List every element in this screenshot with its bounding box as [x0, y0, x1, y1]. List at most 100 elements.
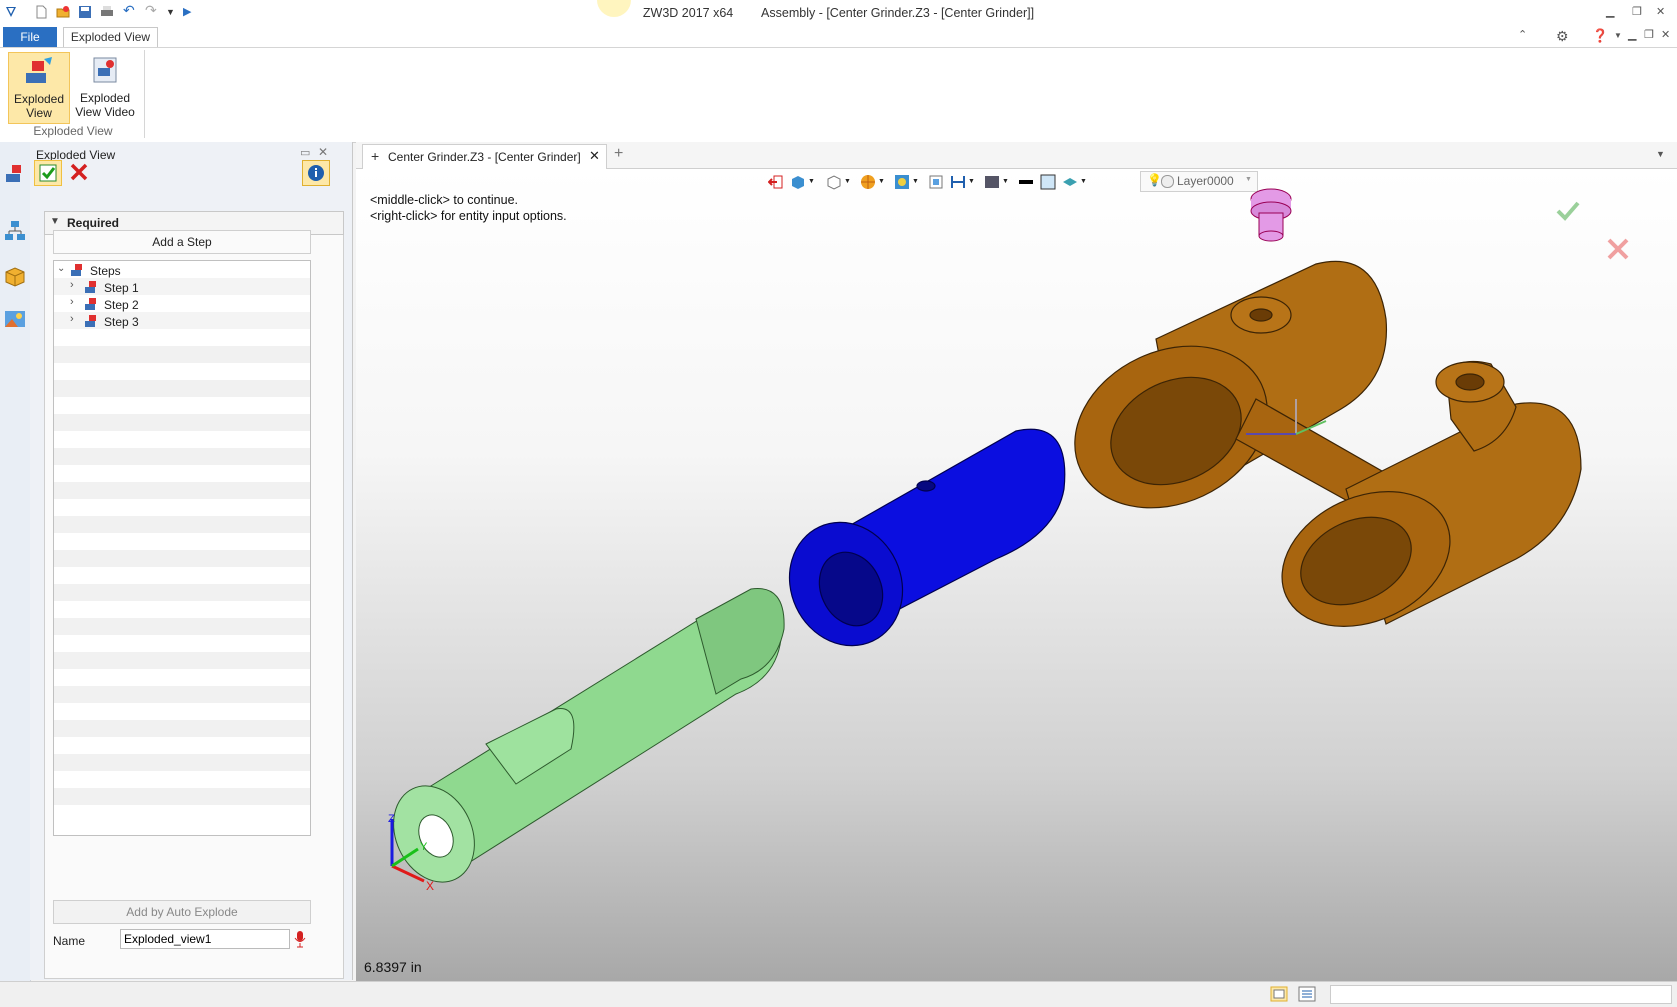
empty-tree-row	[54, 499, 310, 517]
exploded-view-button[interactable]: Exploded View	[8, 52, 70, 124]
exploded-view-video-label-1: Exploded	[79, 91, 131, 105]
info-icon	[308, 165, 324, 181]
panel-close-icon[interactable]: ✕	[318, 145, 328, 159]
empty-tree-row	[54, 397, 310, 415]
ribbon-group-label: Exploded View	[33, 124, 113, 138]
axis-z-label: Z	[388, 813, 395, 825]
empty-tree-row	[54, 533, 310, 551]
empty-tree-row	[54, 363, 310, 381]
status-bar	[0, 981, 1677, 1007]
chevron-right-icon[interactable]: ›	[70, 279, 74, 291]
empty-tree-row	[54, 652, 310, 670]
axis-y-label: Y	[420, 841, 428, 853]
name-field[interactable]	[120, 929, 290, 949]
restore-button[interactable]: ❐	[1632, 5, 1642, 18]
doc-tab-label: Center Grinder.Z3 - [Center Grinder]	[388, 150, 581, 164]
doc-minimize-button[interactable]: ▁	[1628, 28, 1636, 41]
auto-explode-button[interactable]: Add by Auto Explode	[53, 900, 311, 924]
gear-icon[interactable]: ⚙	[1556, 28, 1569, 45]
doc-restore-button[interactable]: ❐	[1644, 28, 1654, 41]
new-tab-icon[interactable]: +	[614, 145, 623, 163]
empty-tree-row	[54, 720, 310, 738]
empty-tree-row	[54, 805, 310, 823]
minimize-button[interactable]: ▁	[1606, 5, 1614, 18]
empty-tree-row	[54, 618, 310, 636]
empty-tree-row	[54, 601, 310, 619]
window-title: ZW3D 2017 x64 Assembly - [Center Grinder…	[642, 6, 1035, 20]
image-view-icon[interactable]	[4, 308, 26, 330]
empty-tree-row	[54, 686, 310, 704]
tree-row[interactable]: › Step 1	[54, 278, 310, 296]
empty-tree-row	[54, 669, 310, 687]
exploded-view-video-icon	[93, 57, 117, 83]
steps-tree: ⌄ Steps › Step 1 › Step 2 › Step 3	[53, 260, 311, 836]
ribbon-tabs: File Exploded View ⌃ ⚙ ❓ ▼ ▁ ❐ ✕	[0, 26, 1677, 47]
name-label: Name	[53, 934, 86, 948]
file-tab[interactable]: File	[3, 27, 57, 47]
tab-center-grinder[interactable]: + Center Grinder.Z3 - [Center Grinder] ✕	[362, 144, 607, 169]
left-icon-strip	[0, 142, 31, 986]
3d-viewport[interactable]: ▼ ▼ ▼ ▼ ▼ ▼ ▼ 💡 Layer0000 ▼ <middle-clic…	[356, 169, 1677, 981]
empty-tree-row	[54, 754, 310, 772]
assembly-tree-icon[interactable]	[4, 220, 26, 242]
empty-tree-row	[54, 465, 310, 483]
exploded-view-panel: Exploded View ▭ ✕ ▼ Required Add a Step …	[6, 142, 353, 980]
empty-tree-row	[54, 703, 310, 721]
steps-icon	[71, 264, 82, 276]
microphone-icon[interactable]	[292, 930, 308, 948]
empty-tree-row	[54, 584, 310, 602]
shaft-part[interactable]	[378, 588, 785, 896]
chevron-right-icon[interactable]: ›	[70, 296, 74, 308]
exploded-view-icon	[26, 57, 52, 83]
collapse-arrow-icon: ▼	[50, 216, 60, 227]
step-icon	[85, 298, 96, 310]
command-input[interactable]	[1330, 985, 1672, 1004]
exploded-view-label-2: View	[26, 106, 52, 120]
help-icon[interactable]: ❓	[1592, 28, 1608, 44]
doc-tab-close-icon[interactable]: ✕	[589, 148, 600, 164]
add-step-button[interactable]: Add a Step	[53, 230, 311, 254]
info-button[interactable]	[302, 160, 330, 186]
part-box-icon[interactable]	[4, 266, 26, 288]
tab-list-dropdown-icon[interactable]: ▼	[1656, 149, 1665, 159]
chevron-right-icon[interactable]: ›	[70, 313, 74, 325]
assembly-model[interactable]	[356, 169, 1677, 981]
ribbon-body: Exploded View Exploded View Video Explod…	[0, 47, 1677, 143]
close-button[interactable]: ✕	[1656, 5, 1665, 18]
chevron-down-icon[interactable]: ⌄	[57, 263, 65, 274]
empty-tree-row	[54, 414, 310, 432]
sleeve-part[interactable]	[770, 428, 1066, 664]
screw-part[interactable]	[1250, 188, 1292, 242]
empty-tree-row	[54, 448, 310, 466]
tree-row[interactable]: › Step 3	[54, 312, 310, 330]
step-icon	[85, 315, 96, 327]
panel-exploded-icon	[6, 165, 21, 182]
collapse-ribbon-icon[interactable]: ⌃	[1518, 28, 1527, 41]
required-label: Required	[67, 216, 120, 230]
housing-part[interactable]	[1048, 260, 1582, 652]
document-tabs: + Center Grinder.Z3 - [Center Grinder] ✕…	[356, 142, 1677, 169]
exploded-view-video-label-2: View Video	[75, 105, 135, 119]
cancel-x-icon	[70, 163, 88, 181]
empty-tree-row	[54, 788, 310, 806]
cancel-button[interactable]	[66, 160, 92, 184]
tree-row[interactable]: ⌄ Steps	[54, 261, 310, 279]
ok-button[interactable]	[34, 160, 62, 186]
tree-row[interactable]: › Step 2	[54, 295, 310, 313]
empty-tree-row	[54, 737, 310, 755]
empty-tree-row	[54, 516, 310, 534]
tab-exploded-view[interactable]: Exploded View	[63, 27, 158, 47]
empty-tree-row	[54, 635, 310, 653]
empty-tree-row	[54, 380, 310, 398]
panel-pin-icon[interactable]: ▭	[300, 146, 310, 159]
empty-tree-row	[54, 567, 310, 585]
list-view-icon[interactable]	[1298, 986, 1316, 1002]
exploded-view-video-button[interactable]: Exploded View Video	[72, 52, 138, 122]
help-dropdown-icon[interactable]: ▼	[1614, 31, 1622, 40]
tree-root-label: Steps	[90, 264, 121, 278]
title-bar: ↶ ↷ ▼ ▶ ZW3D 2017 x64 Assembly - [Center…	[0, 0, 1677, 26]
empty-tree-row	[54, 329, 310, 347]
ribbon-separator	[144, 50, 145, 138]
layout-view-icon[interactable]	[1270, 986, 1288, 1002]
doc-close-button[interactable]: ✕	[1661, 28, 1670, 41]
